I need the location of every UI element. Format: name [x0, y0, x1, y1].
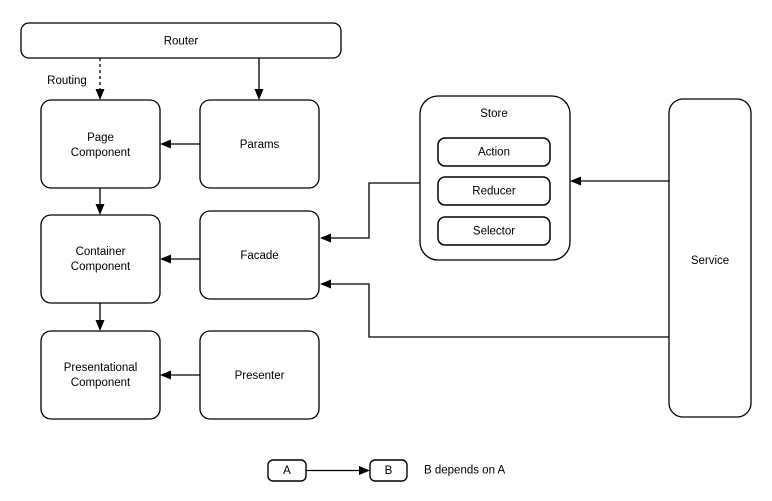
- node-facade[interactable]: Facade: [199, 210, 320, 300]
- node-facade-label: Facade: [240, 250, 278, 262]
- node-presentational-component[interactable]: Presentational Component: [40, 330, 161, 420]
- arrow-head-icon: [320, 279, 331, 289]
- node-store-selector-label: Selector: [473, 226, 515, 238]
- legend-edge-a-to-b: [306, 466, 370, 475]
- legend-node-a: A: [267, 459, 307, 482]
- arrow-head-icon: [160, 139, 171, 149]
- node-presentational-component-label-line2: Component: [71, 377, 131, 389]
- edge-service-to-facade: [320, 279, 669, 338]
- node-store[interactable]: Store Action Reducer Selector: [419, 95, 571, 261]
- node-container-component-shape[interactable]: [40, 214, 161, 304]
- node-page-component[interactable]: Page Component: [40, 99, 161, 189]
- node-params[interactable]: Params: [199, 99, 320, 189]
- node-presenter[interactable]: Presenter: [199, 330, 320, 420]
- arrow-head-icon: [570, 176, 581, 186]
- node-store-label: Store: [480, 108, 508, 120]
- legend: A B B depends on A: [267, 459, 506, 482]
- arrow-head-icon: [95, 320, 105, 331]
- node-store-reducer[interactable]: Reducer: [437, 176, 551, 206]
- arrow-head-icon: [95, 89, 105, 100]
- node-router[interactable]: Router: [20, 22, 342, 59]
- node-presentational-component-shape[interactable]: [40, 330, 161, 420]
- diagram-root: Routing Router Page Component Params Con…: [0, 0, 772, 501]
- edge-router-to-page-component: Routing: [47, 58, 105, 100]
- node-store-action[interactable]: Action: [437, 137, 551, 167]
- node-service[interactable]: Service: [668, 98, 752, 418]
- edge-label-routing: Routing: [47, 75, 87, 87]
- arrow-head-icon: [359, 466, 370, 475]
- node-presentational-component-label-line1: Presentational: [64, 362, 138, 374]
- diagram-canvas: Routing Router Page Component Params Con…: [0, 0, 772, 501]
- node-router-label: Router: [164, 36, 199, 48]
- node-store-selector[interactable]: Selector: [437, 216, 551, 246]
- node-service-label: Service: [691, 255, 729, 267]
- edge-service-to-store: [570, 176, 669, 186]
- node-container-component[interactable]: Container Component: [40, 214, 161, 304]
- edge-line: [328, 283, 669, 338]
- edge-presenter-to-presentational-component: [160, 370, 200, 380]
- node-store-action-label: Action: [478, 147, 510, 159]
- nodes-layer: Router Page Component Params Container C…: [20, 22, 752, 420]
- edge-store-to-facade: [320, 182, 420, 243]
- arrow-head-icon: [320, 233, 331, 243]
- arrow-head-icon: [160, 254, 171, 264]
- legend-node-b-label: B: [385, 465, 393, 477]
- arrow-head-icon: [95, 204, 105, 215]
- arrow-head-icon: [160, 370, 171, 380]
- edge-page-component-to-container-component: [95, 188, 105, 215]
- legend-node-a-label: A: [283, 465, 291, 477]
- edge-container-component-to-presentational-component: [95, 303, 105, 331]
- node-page-component-label-line1: Page: [87, 132, 114, 144]
- node-page-component-label-line2: Component: [71, 147, 131, 159]
- node-container-component-label-line1: Container: [76, 246, 126, 258]
- node-store-reducer-label: Reducer: [472, 186, 516, 198]
- legend-node-b: B: [369, 459, 408, 482]
- legend-caption: B depends on A: [424, 465, 506, 477]
- edge-params-to-page-component: [160, 139, 200, 149]
- edge-line: [328, 182, 420, 239]
- node-presenter-label: Presenter: [235, 370, 285, 382]
- edge-facade-to-container-component: [160, 254, 200, 264]
- node-container-component-label-line2: Component: [71, 261, 131, 273]
- edge-router-to-params: [254, 58, 264, 100]
- node-params-label: Params: [240, 139, 280, 151]
- arrow-head-icon: [254, 89, 264, 100]
